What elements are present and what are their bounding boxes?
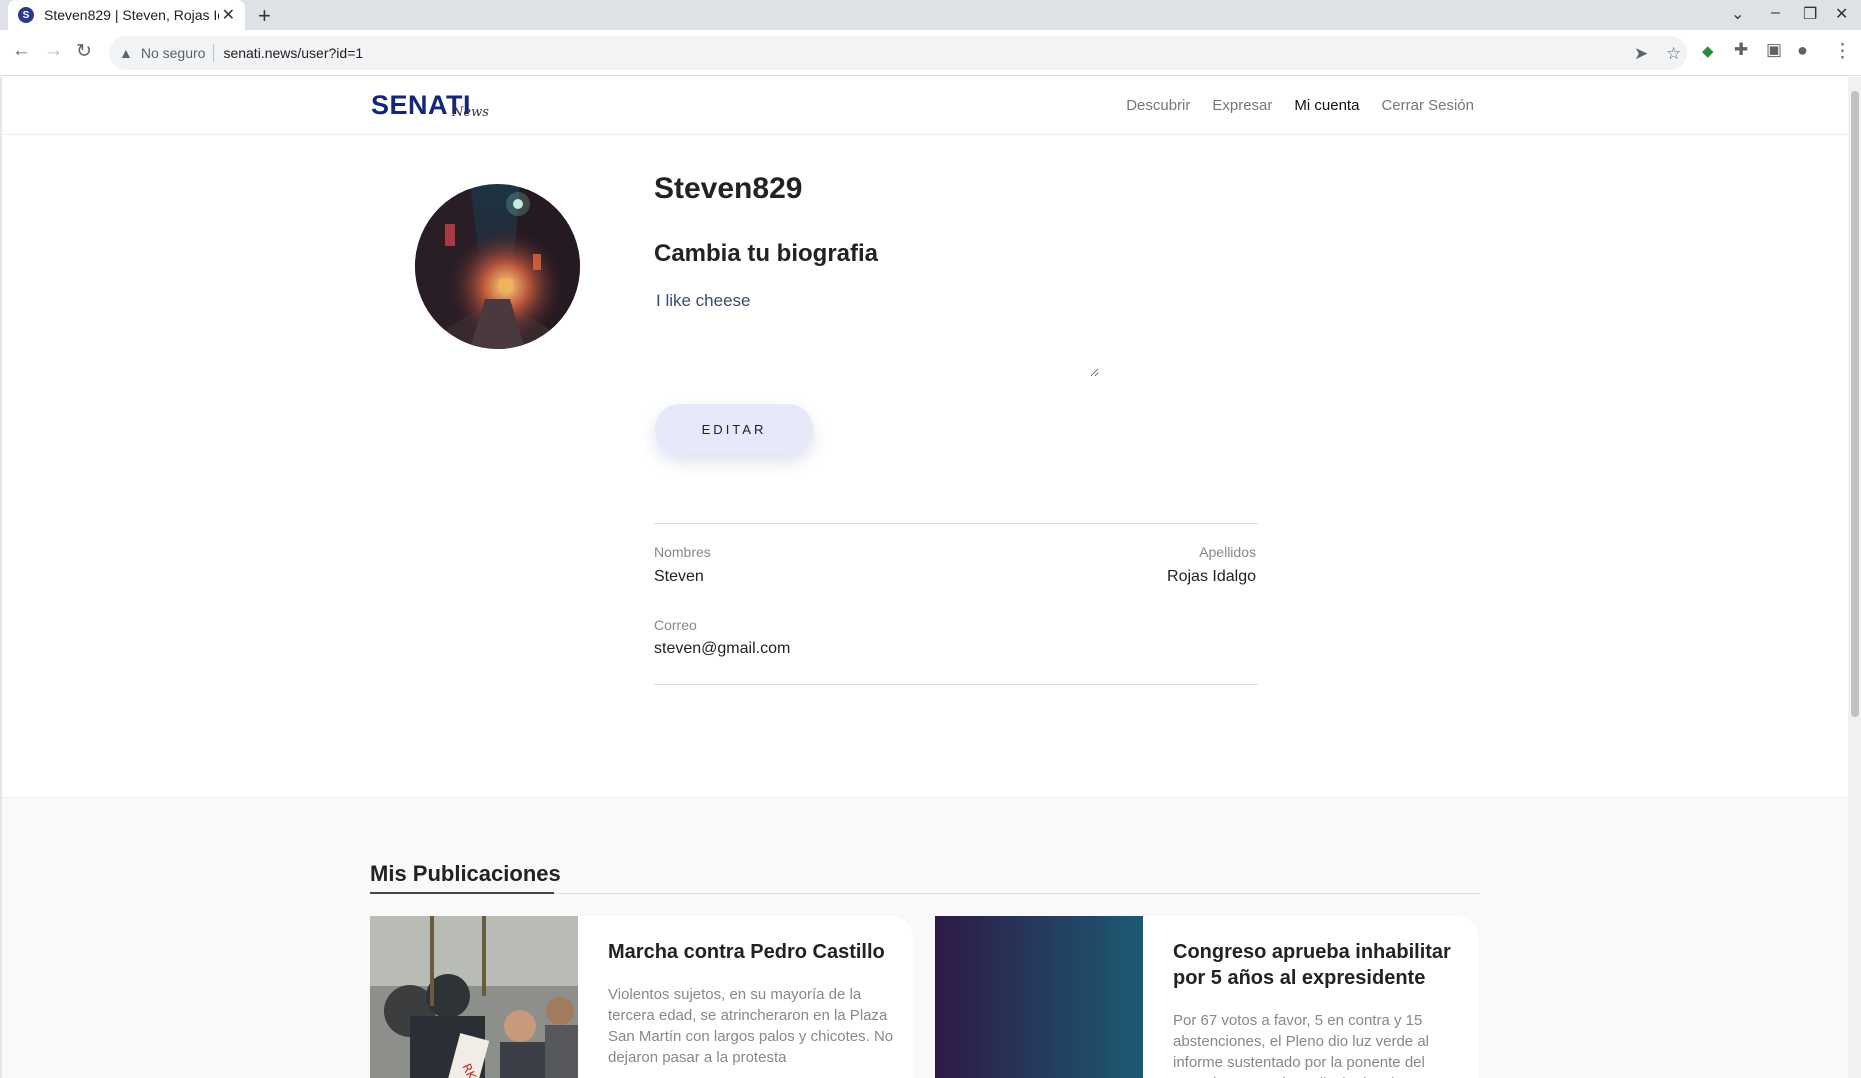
omnibox-separator xyxy=(213,44,215,62)
site-logo-sub: News xyxy=(452,105,489,120)
profile-avatar-icon[interactable]: ● xyxy=(1797,40,1808,61)
info-divider-bottom xyxy=(654,684,1258,685)
profile-username: Steven829 xyxy=(654,172,803,205)
publication-card[interactable]: Congreso aprueba inhabilitar por 5 años … xyxy=(935,916,1478,1078)
site-favicon-icon: S xyxy=(18,7,34,23)
correo-label: Correo xyxy=(654,617,697,633)
extension-icon[interactable]: ◆ xyxy=(1702,42,1714,60)
main-nav: Descubrir Expresar Mi cuenta Cerrar Sesi… xyxy=(1126,97,1474,114)
page-scrollbar[interactable] xyxy=(1848,77,1861,1078)
nav-expresar[interactable]: Expresar xyxy=(1212,97,1272,114)
tab-search-icon[interactable]: ⌄ xyxy=(1731,4,1744,24)
reload-icon[interactable]: ↻ xyxy=(76,40,92,63)
back-icon[interactable]: ← xyxy=(12,40,31,62)
nombres-value: Steven xyxy=(654,568,704,585)
browser-menu-icon[interactable]: ⋮ xyxy=(1833,40,1852,63)
publications-title: Mis Publicaciones xyxy=(370,861,561,886)
apellidos-value: Rojas Idalgo xyxy=(1167,568,1256,585)
browser-tab[interactable]: S Steven829 | Steven, Rojas Ida ✕ xyxy=(8,0,245,30)
restore-icon[interactable]: ❐ xyxy=(1803,4,1817,24)
side-panel-icon[interactable]: ▣ xyxy=(1766,40,1782,60)
tab-title: Steven829 | Steven, Rojas Ida xyxy=(44,7,219,23)
extensions-puzzle-icon[interactable]: ✚ xyxy=(1734,40,1748,60)
publication-title[interactable]: Congreso aprueba inhabilitar por 5 años … xyxy=(1173,939,1463,991)
publication-thumbnail: RKG xyxy=(370,916,578,1078)
browser-tabstrip: S Steven829 | Steven, Rojas Ida ✕ + ⌄ – … xyxy=(0,0,1861,30)
site-header: SENATI News Descubrir Expresar Mi cuenta… xyxy=(2,77,1848,135)
publication-excerpt: Por 67 votos a favor, 5 en contra y 15 a… xyxy=(1173,1012,1429,1078)
apellidos-label: Apellidos xyxy=(1199,544,1256,560)
send-icon[interactable]: ➤ xyxy=(1634,44,1648,64)
forward-icon[interactable]: → xyxy=(44,40,63,62)
bookmark-star-icon[interactable]: ☆ xyxy=(1666,44,1681,64)
nav-descubrir[interactable]: Descubrir xyxy=(1126,97,1190,114)
publications-title-underline xyxy=(370,892,554,894)
page-viewport: SENATI News Descubrir Expresar Mi cuenta… xyxy=(0,77,1848,1078)
avatar xyxy=(415,184,580,349)
nav-mi-cuenta[interactable]: Mi cuenta xyxy=(1294,97,1359,114)
warning-icon[interactable]: ▲ xyxy=(119,45,133,61)
tab-close-icon[interactable]: ✕ xyxy=(222,5,235,25)
info-divider-top xyxy=(654,523,1258,524)
address-bar[interactable]: ▲ No seguro senati.news/user?id=1 ➤ ☆ xyxy=(109,36,1687,70)
new-tab-icon[interactable]: + xyxy=(258,3,271,29)
publication-title[interactable]: Marcha contra Pedro Castillo xyxy=(608,939,898,965)
correo-value: steven@gmail.com xyxy=(654,640,791,657)
publication-card[interactable]: RKG Marcha contra Pedro Castillo Violent… xyxy=(370,916,913,1078)
publications-section: Mis Publicaciones RKG Marcha contra Pedr… xyxy=(2,797,1848,1078)
edit-button[interactable]: EDITAR xyxy=(655,404,813,454)
window-close-icon[interactable]: ✕ xyxy=(1835,4,1848,24)
browser-toolbar: ← → ↻ ▲ No seguro senati.news/user?id=1 … xyxy=(0,30,1861,76)
nombres-label: Nombres xyxy=(654,544,711,560)
publication-thumbnail xyxy=(935,916,1143,1078)
minimize-icon[interactable]: – xyxy=(1771,4,1780,22)
url-text[interactable]: senati.news/user?id=1 xyxy=(223,45,363,61)
publication-excerpt: Violentos sujetos, en su mayoría de la t… xyxy=(608,986,894,1066)
bio-heading: Cambia tu biografia xyxy=(654,240,879,267)
insecure-label[interactable]: No seguro xyxy=(141,45,206,61)
bio-textarea[interactable]: I like cheese xyxy=(654,287,1099,377)
nav-cerrar-sesion[interactable]: Cerrar Sesión xyxy=(1381,97,1474,114)
scrollbar-thumb[interactable] xyxy=(1851,91,1859,717)
